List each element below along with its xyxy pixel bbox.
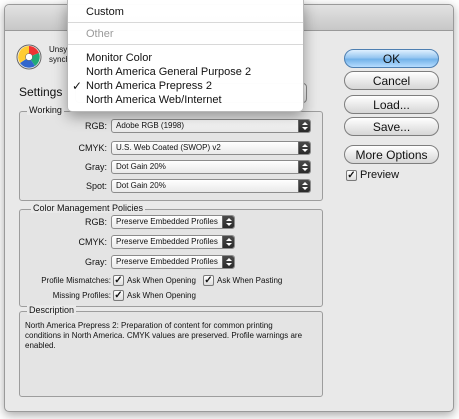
more-options-button[interactable]: More Options [344, 145, 439, 164]
menu-item-other: Other [86, 28, 114, 40]
description-line-3: enabled. [25, 341, 56, 350]
policy-gray-value: Preserve Embedded Profiles [116, 257, 218, 266]
checkmark-icon: ✓ [72, 79, 83, 93]
menu-separator [68, 22, 303, 23]
menu-item-na-general-purpose-2[interactable]: North America General Purpose 2 [86, 66, 251, 78]
policy-rgb-select[interactable]: Preserve Embedded Profiles [111, 215, 235, 229]
working-gray-label: Gray: [84, 162, 107, 172]
policies-title: Color Management Policies [31, 203, 146, 213]
working-rgb-label: RGB: [84, 121, 107, 131]
menu-separator [68, 44, 303, 45]
working-cmyk-value: U.S. Web Coated (SWOP) v2 [116, 143, 221, 152]
settings-popup-menu: Custom Other Monitor Color North America… [67, 0, 304, 112]
color-wheel-icon [16, 44, 42, 70]
policy-cmyk-select[interactable]: Preserve Embedded Profiles [111, 235, 235, 249]
description-line-1: North America Prepress 2: Preparation of… [25, 321, 273, 330]
working-gray-value: Dot Gain 20% [116, 162, 166, 171]
missing-ask-when-opening-label: Ask When Opening [127, 291, 196, 300]
policy-cmyk-label: CMYK: [78, 237, 107, 247]
policy-rgb-value: Preserve Embedded Profiles [116, 217, 218, 226]
ask-when-pasting-label: Ask When Pasting [217, 276, 283, 285]
ask-when-opening-label: Ask When Opening [127, 276, 196, 285]
ask-when-opening-checkbox[interactable]: ✓ [113, 275, 124, 286]
select-arrows-icon [298, 180, 310, 192]
working-gray-select[interactable]: Dot Gain 20% [111, 160, 311, 174]
preview-checkbox[interactable]: ✓ [346, 170, 357, 181]
select-arrows-icon [222, 236, 234, 248]
policy-cmyk-value: Preserve Embedded Profiles [116, 237, 218, 246]
description-line-2: conditions in North America. CMYK values… [25, 331, 303, 340]
ask-when-pasting-checkbox[interactable]: ✓ [203, 275, 214, 286]
select-arrows-icon [298, 142, 310, 154]
profile-mismatches-label: Profile Mismatches: [41, 276, 111, 285]
working-rgb-select[interactable]: Adobe RGB (1998) [111, 119, 311, 133]
ok-button[interactable]: OK [344, 49, 439, 68]
cancel-button[interactable]: Cancel [344, 71, 439, 90]
missing-profiles-label: Missing Profiles: [52, 291, 111, 300]
select-arrows-icon [298, 120, 310, 132]
preview-label: Preview [360, 169, 400, 181]
menu-item-na-prepress-2[interactable]: North America Prepress 2 [86, 80, 212, 92]
sync-message-line1: Unsy [49, 45, 68, 54]
working-spot-label: Spot: [85, 181, 107, 191]
working-cmyk-select[interactable]: U.S. Web Coated (SWOP) v2 [111, 141, 311, 155]
settings-label: Settings [19, 85, 63, 99]
select-arrows-icon [222, 256, 234, 268]
select-arrows-icon [222, 216, 234, 228]
save-button[interactable]: Save... [344, 117, 439, 136]
policy-rgb-label: RGB: [84, 217, 107, 227]
menu-item-monitor-color[interactable]: Monitor Color [86, 52, 152, 64]
menu-item-custom[interactable]: Custom [86, 6, 124, 18]
load-button[interactable]: Load... [344, 95, 439, 114]
missing-ask-when-opening-checkbox[interactable]: ✓ [113, 290, 124, 301]
working-cmyk-label: CMYK: [78, 143, 107, 153]
description-title: Description [27, 305, 77, 315]
menu-item-na-web-internet[interactable]: North America Web/Internet [86, 94, 222, 106]
working-spot-select[interactable]: Dot Gain 20% [111, 179, 311, 193]
policy-gray-select[interactable]: Preserve Embedded Profiles [111, 255, 235, 269]
working-spot-value: Dot Gain 20% [116, 181, 166, 190]
working-spaces-title: Working [27, 105, 64, 115]
select-arrows-icon [298, 161, 310, 173]
policy-gray-label: Gray: [84, 257, 107, 267]
working-rgb-value: Adobe RGB (1998) [116, 121, 185, 130]
